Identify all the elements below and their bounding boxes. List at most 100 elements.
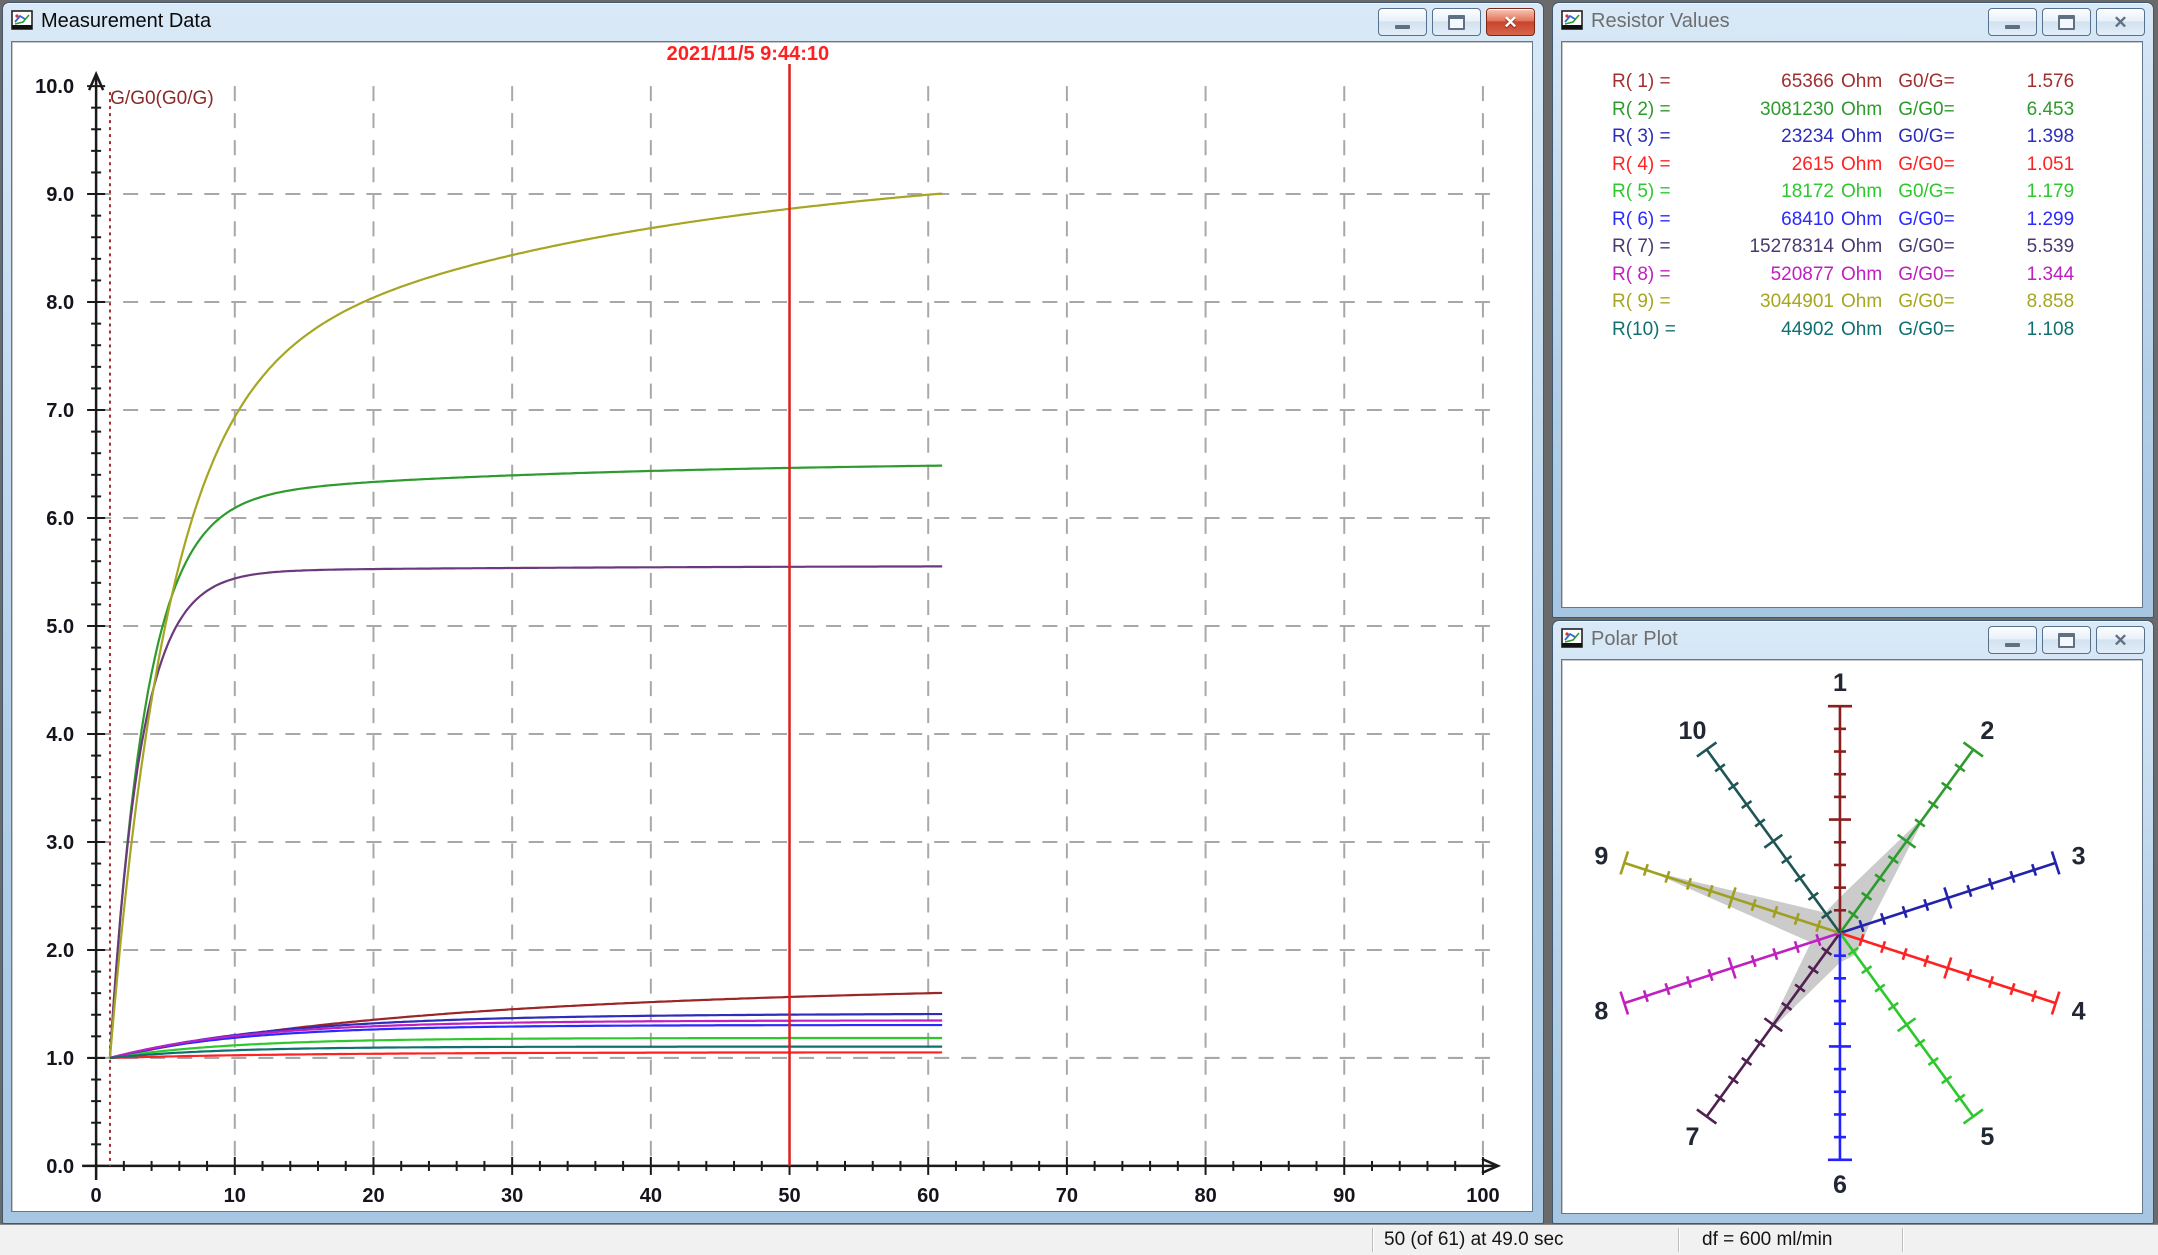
maximize-icon (2058, 15, 2075, 30)
polar-axis-tick (1924, 899, 1928, 910)
x-tick-label: 80 (1194, 1185, 1216, 1207)
y-tick-label: 7.0 (46, 400, 74, 422)
resistor-row: R( 7) =15278314OhmG/G0=5.539 (1612, 233, 2142, 261)
resistor-row: R( 5) =18172OhmG0/G=1.179 (1612, 178, 2142, 206)
y-tick-label: 8.0 (46, 292, 74, 314)
y-tick-label: 9.0 (46, 184, 74, 206)
resistor-row: R( 4) =2615OhmG/G0=1.051 (1612, 151, 2142, 179)
polar-axis-tick (1666, 983, 1670, 994)
polar-axis-label-10: 10 (1679, 717, 1707, 745)
maximize-button[interactable] (1432, 8, 1481, 36)
minimize-icon (1395, 25, 1410, 29)
measurement-chart-area[interactable]: 01020304050607080901000.01.02.03.04.05.0… (11, 41, 1533, 1212)
polar-axis-label-2: 2 (1980, 717, 1994, 745)
polar-axis-tick (1764, 835, 1782, 848)
close-icon: ✕ (1503, 14, 1517, 31)
polar-axis-tick (1795, 941, 1799, 952)
polar-axis-label-6: 6 (1833, 1171, 1847, 1199)
timestamp-annotation: 2021/11/5 9:44:10 (667, 43, 829, 65)
x-tick-label: 0 (91, 1185, 102, 1207)
polar-axis-label-1: 1 (1833, 669, 1847, 697)
polar-axis-label-9: 9 (1594, 842, 1608, 870)
polar-axis-label-4: 4 (2072, 998, 2086, 1026)
polar-axis-tick (2032, 990, 2036, 1001)
status-position-text: 50 (of 61) at 49.0 sec (1384, 1229, 1564, 1251)
polar-axis-label-7: 7 (1686, 1123, 1700, 1151)
mdi-desktop: { "app_background": "#6a6a6a", "windows"… (0, 0, 2158, 1254)
y-tick-label: 0.0 (46, 1156, 74, 1178)
resistor-row: R( 8) =520877OhmG/G0=1.344 (1612, 261, 2142, 289)
measurement-window-title: Measurement Data (41, 10, 211, 33)
y-tick-label: 5.0 (46, 616, 74, 638)
y-tick-label: 10.0 (35, 76, 74, 98)
maximize-icon (1448, 15, 1465, 30)
polar-axis-tick (1881, 941, 1885, 952)
measurement-data-window: Measurement Data ✕ 010203040506070809010… (2, 2, 1544, 1224)
y-tick-label: 2.0 (46, 940, 74, 962)
close-icon: ✕ (2113, 632, 2127, 649)
polar-axis-tick (1644, 864, 1648, 875)
minimize-icon (2005, 643, 2020, 647)
polar-axis-tick (1773, 948, 1777, 959)
close-button[interactable]: ✕ (2096, 8, 2145, 36)
polar-axis-tick (1903, 906, 1907, 917)
polar-axis-tick (1752, 955, 1756, 966)
polar-axis-tick (1666, 871, 1670, 882)
polar-axis-tick (1968, 969, 1972, 980)
x-tick-label: 60 (917, 1185, 939, 1207)
x-tick-label: 40 (640, 1185, 662, 1207)
maximize-icon (2058, 633, 2075, 648)
app-chart-icon (11, 10, 33, 32)
y-tick-label: 3.0 (46, 832, 74, 854)
polar-axis-tick (1903, 948, 1907, 959)
polar-plot-area[interactable]: 12345678910 (1561, 659, 2143, 1214)
status-bar: 50 (of 61) at 49.0 sec df = 600 ml/min (0, 1224, 2158, 1255)
polar-axis-label-8: 8 (1594, 998, 1608, 1026)
polar-axis-tick (1644, 990, 1648, 1001)
polar-axis-tick (1964, 1109, 1983, 1123)
resistor-row: R(10) =44902OhmG/G0=1.108 (1612, 316, 2142, 344)
y-axis-label: G/G0(G0/G) (110, 88, 214, 109)
x-tick-label: 100 (1466, 1185, 1499, 1207)
x-tick-label: 50 (778, 1185, 800, 1207)
polar-axis-tick (1709, 969, 1713, 980)
x-tick-label: 10 (224, 1185, 246, 1207)
polar-plot-window: Polar Plot ✕ 12345678910 (1552, 620, 2154, 1224)
close-button[interactable]: ✕ (2096, 626, 2145, 654)
resistor-row: R( 9) =3044901OhmG/G0=8.858 (1612, 288, 2142, 316)
measurement-titlebar[interactable]: Measurement Data ✕ (3, 3, 1543, 39)
status-separator (1372, 1228, 1373, 1252)
maximize-button[interactable] (2042, 626, 2091, 654)
polar-axis-tick (2032, 864, 2036, 875)
x-tick-label: 20 (362, 1185, 384, 1207)
resistor-values-list: R( 1) =65366OhmG0/G=1.576R( 2) =3081230O… (1562, 42, 2142, 343)
minimize-button[interactable] (1378, 8, 1427, 36)
minimize-button[interactable] (1988, 626, 2037, 654)
polar-titlebar[interactable]: Polar Plot ✕ (1553, 621, 2153, 657)
polar-axis-tick (1898, 1018, 1916, 1031)
app-chart-icon (1561, 628, 1583, 650)
minimize-icon (2005, 25, 2020, 29)
polar-axis-tick (1968, 885, 1972, 896)
measurement-chart[interactable]: 01020304050607080901000.01.02.03.04.05.0… (12, 42, 1532, 1211)
resistor-row: R( 2) =3081230OhmG/G0=6.453 (1612, 96, 2142, 124)
close-icon: ✕ (2113, 14, 2127, 31)
resistor-titlebar[interactable]: Resistor Values ✕ (1553, 3, 2153, 39)
polar-axis-tick (1687, 976, 1691, 987)
status-flow-text: df = 600 ml/min (1702, 1229, 1832, 1251)
polar-axis-tick (1989, 878, 1993, 889)
y-tick-label: 1.0 (46, 1048, 74, 1070)
maximize-button[interactable] (2042, 8, 2091, 36)
polar-axis-tick (1924, 955, 1928, 966)
polar-axis-tick (1697, 1109, 1716, 1123)
polar-axis-tick (1881, 913, 1885, 924)
resistor-values-area: R( 1) =65366OhmG0/G=1.576R( 2) =3081230O… (1561, 41, 2143, 608)
close-button[interactable]: ✕ (1486, 8, 1535, 36)
resistor-values-window: Resistor Values ✕ R( 1) =65366OhmG0/G=1.… (1552, 2, 2154, 618)
polar-axis-tick (1989, 976, 1993, 987)
x-tick-label: 90 (1333, 1185, 1355, 1207)
polar-chart[interactable]: 12345678910 (1562, 660, 2142, 1213)
polar-axis-label-3: 3 (2072, 842, 2086, 870)
minimize-button[interactable] (1988, 8, 2037, 36)
polar-axis-tick (2011, 983, 2015, 994)
